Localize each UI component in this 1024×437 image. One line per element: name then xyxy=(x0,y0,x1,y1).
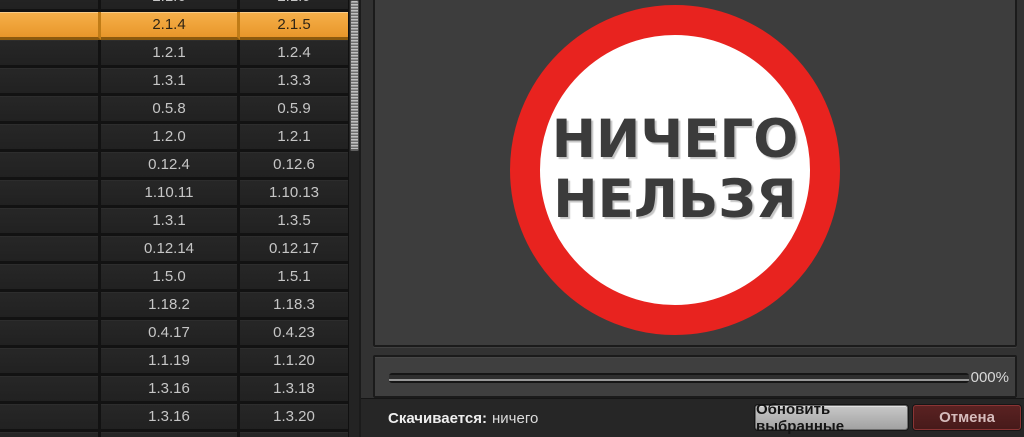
cancel-button[interactable]: Отмена xyxy=(913,405,1021,430)
available-version-cell: 0.4.23 xyxy=(240,320,348,348)
progress-percent-label: 000% xyxy=(971,369,1009,386)
mod-update-dialog: 2.1.62.1.92.1.42.1.51.2.11.2.41.3.11.3.3… xyxy=(0,0,1024,437)
table-row[interactable]: 1.3.161.3.18 xyxy=(0,376,348,404)
update-selected-button[interactable]: Обновить выбранные xyxy=(755,405,908,430)
row-name-cell xyxy=(0,264,101,292)
row-name-cell xyxy=(0,96,101,124)
table-row[interactable]: 0.12.40.12.6 xyxy=(0,152,348,180)
table-row[interactable]: 1.3.11.3.3 xyxy=(0,68,348,96)
installed-version-cell: 1.3.16 xyxy=(101,404,240,432)
row-name-cell xyxy=(0,376,101,404)
available-version-cell: 0.5.9 xyxy=(240,96,348,124)
row-name-cell xyxy=(0,40,101,68)
installed-version-cell: 1.3.1 xyxy=(101,208,240,236)
installed-version-cell: 0.4.17 xyxy=(101,320,240,348)
installed-version-cell: 1.10.11 xyxy=(101,180,240,208)
row-name-cell xyxy=(0,124,101,152)
download-status-value: ничего xyxy=(492,410,538,427)
installed-version-cell: 0.12.14 xyxy=(101,236,240,264)
vertical-scrollbar[interactable] xyxy=(348,0,361,437)
installed-version-cell: 1.18.2 xyxy=(101,292,240,320)
scrollbar-thumb[interactable] xyxy=(350,0,359,151)
installed-version-cell: 2.1.4 xyxy=(101,12,240,40)
installed-version-cell: 1.3.1 xyxy=(101,68,240,96)
table-row[interactable]: 1.5.01.5.1 xyxy=(0,264,348,292)
table-row[interactable] xyxy=(0,432,348,437)
available-version-cell: 1.10.13 xyxy=(240,180,348,208)
installed-version-cell: 1.5.0 xyxy=(101,264,240,292)
table-row[interactable]: 0.12.140.12.17 xyxy=(0,236,348,264)
table-row[interactable]: 2.1.62.1.9 xyxy=(0,0,348,12)
installed-version-cell: 1.2.0 xyxy=(101,124,240,152)
table-row[interactable]: 1.2.01.2.1 xyxy=(0,124,348,152)
installed-version-cell: 2.1.6 xyxy=(101,0,240,12)
installed-version-cell: 1.2.1 xyxy=(101,40,240,68)
sign-text-line2: НЕЛЬЗЯ xyxy=(553,170,796,230)
installed-version-cell: 0.12.4 xyxy=(101,152,240,180)
row-name-cell xyxy=(0,292,101,320)
row-name-cell xyxy=(0,404,101,432)
download-status-label: Скачивается: xyxy=(388,410,487,427)
row-name-cell xyxy=(0,208,101,236)
available-version-cell: 1.3.18 xyxy=(240,376,348,404)
available-version-cell: 1.5.1 xyxy=(240,264,348,292)
bottom-action-bar: Скачивается: ничего Обновить выбранные О… xyxy=(361,398,1024,437)
prohibition-sign-image: НИЧЕГО НЕЛЬЗЯ xyxy=(510,5,840,335)
download-status-text: Скачивается: ничего xyxy=(388,399,538,437)
available-version-cell: 2.1.9 xyxy=(240,0,348,12)
table-row[interactable]: 1.3.161.3.20 xyxy=(0,404,348,432)
table-row[interactable]: 1.1.191.1.20 xyxy=(0,348,348,376)
row-name-cell xyxy=(0,348,101,376)
row-name-cell xyxy=(0,152,101,180)
mod-version-table: 2.1.62.1.92.1.42.1.51.2.11.2.41.3.11.3.3… xyxy=(0,0,348,437)
table-row[interactable]: 1.18.21.18.3 xyxy=(0,292,348,320)
download-progress-panel: 000% xyxy=(373,355,1017,398)
row-name-cell xyxy=(0,68,101,96)
version-table-rows: 2.1.62.1.92.1.42.1.51.2.11.2.41.3.11.3.3… xyxy=(0,0,348,437)
preview-image-panel: НИЧЕГО НЕЛЬЗЯ xyxy=(373,0,1017,347)
available-version-cell: 1.2.4 xyxy=(240,40,348,68)
table-row[interactable]: 0.5.80.5.9 xyxy=(0,96,348,124)
installed-version-cell xyxy=(101,432,240,437)
row-name-cell xyxy=(0,180,101,208)
available-version-cell: 1.3.5 xyxy=(240,208,348,236)
row-name-cell xyxy=(0,0,101,12)
available-version-cell: 1.1.20 xyxy=(240,348,348,376)
download-progress-bar xyxy=(389,373,969,383)
installed-version-cell: 1.3.16 xyxy=(101,376,240,404)
available-version-cell: 0.12.17 xyxy=(240,236,348,264)
table-row[interactable]: 2.1.42.1.5 xyxy=(0,12,348,40)
row-name-cell xyxy=(0,12,101,40)
available-version-cell: 2.1.5 xyxy=(240,12,348,40)
row-name-cell xyxy=(0,432,101,437)
table-row[interactable]: 1.10.111.10.13 xyxy=(0,180,348,208)
row-name-cell xyxy=(0,236,101,264)
available-version-cell: 1.3.20 xyxy=(240,404,348,432)
table-row[interactable]: 1.3.11.3.5 xyxy=(0,208,348,236)
installed-version-cell: 0.5.8 xyxy=(101,96,240,124)
table-row[interactable]: 0.4.170.4.23 xyxy=(0,320,348,348)
available-version-cell: 0.12.6 xyxy=(240,152,348,180)
sign-text-line1: НИЧЕГО xyxy=(552,110,799,170)
row-name-cell xyxy=(0,320,101,348)
table-row[interactable]: 1.2.11.2.4 xyxy=(0,40,348,68)
available-version-cell: 1.3.3 xyxy=(240,68,348,96)
installed-version-cell: 1.1.19 xyxy=(101,348,240,376)
available-version-cell: 1.2.1 xyxy=(240,124,348,152)
available-version-cell xyxy=(240,432,348,437)
available-version-cell: 1.18.3 xyxy=(240,292,348,320)
